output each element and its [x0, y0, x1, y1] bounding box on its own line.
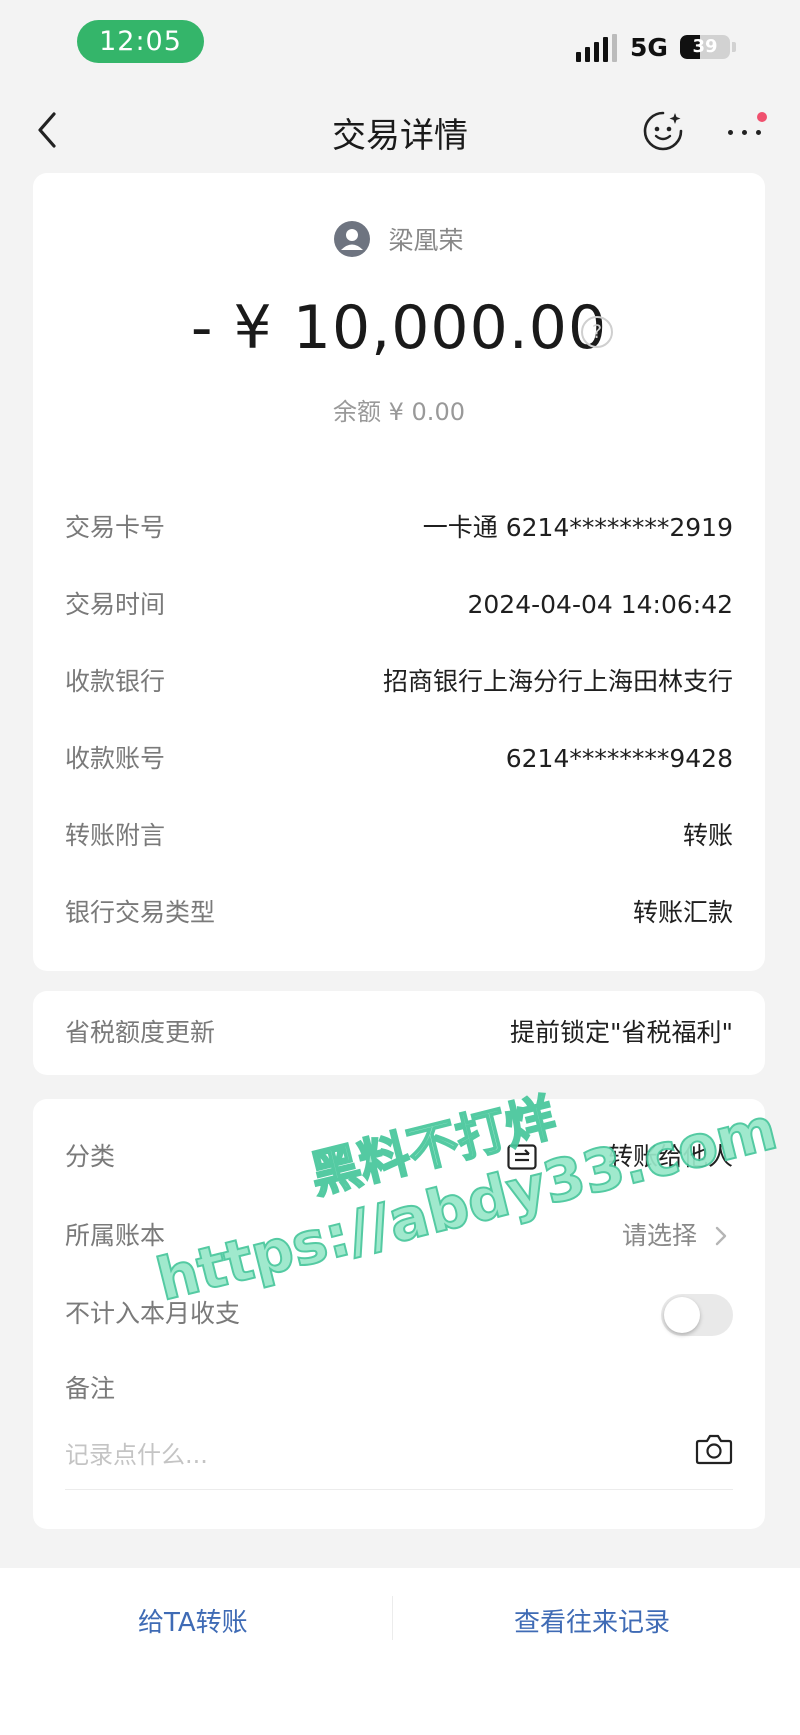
category-row[interactable]: 分类 转账给他人: [65, 1137, 733, 1177]
tax-label: 省税额度更新: [65, 1018, 216, 1047]
nav-bar: 交易详情: [0, 90, 800, 170]
detail-value: 转账汇款: [632, 898, 733, 927]
account-balance: 余额 ¥ 0.00: [333, 398, 465, 426]
category-label: 分类: [65, 1142, 116, 1171]
note-row: 备注: [65, 1369, 733, 1409]
transfer-to-payee-button[interactable]: 给TA转账: [138, 1602, 248, 1639]
payee-name: 梁凰荣: [388, 226, 464, 255]
ledger-label: 所属账本: [65, 1221, 166, 1250]
detail-label: 收款银行: [65, 667, 166, 696]
ledger-row[interactable]: 所属账本 请选择: [65, 1216, 733, 1256]
detail-label: 交易时间: [65, 590, 166, 619]
signal-icon: [576, 34, 617, 62]
detail-label: 转账附言: [65, 821, 166, 850]
detail-value: 转账: [682, 821, 733, 850]
detail-row: 收款账号 6214********9428: [65, 739, 733, 779]
detail-row: 收款银行 招商银行上海分行上海田林支行: [65, 662, 733, 702]
detail-value: 一卡通 6214********2919: [422, 513, 733, 542]
tax-row[interactable]: 省税额度更新 提前锁定"省税福利": [65, 1013, 733, 1053]
exclude-toggle[interactable]: [661, 1294, 733, 1336]
bottom-action-bar: 给TA转账 查看往来记录: [0, 1568, 800, 1735]
camera-icon[interactable]: [695, 1433, 733, 1465]
question-icon[interactable]: ?: [581, 316, 613, 348]
smile-service-icon[interactable]: [642, 110, 684, 152]
toggle-knob: [664, 1297, 700, 1333]
detail-value: 6214********9428: [505, 744, 733, 773]
detail-row: 转账附言 转账: [65, 816, 733, 856]
notification-dot: [757, 112, 767, 122]
transfer-icon: [507, 1144, 537, 1170]
exclude-label: 不计入本月收支: [65, 1299, 241, 1328]
exclude-row: 不计入本月收支: [65, 1294, 733, 1336]
detail-row: 交易卡号 一卡通 6214********2919: [65, 508, 733, 548]
avatar-icon: [334, 221, 371, 257]
detail-row: 交易时间 2024-04-04 14:06:42: [65, 585, 733, 625]
category-value: 转账给他人: [607, 1142, 733, 1171]
battery-level: 39: [692, 36, 718, 57]
more-options-icon[interactable]: [724, 112, 768, 152]
battery-tip: [732, 42, 736, 52]
detail-value: 2024-04-04 14:06:42: [467, 590, 733, 619]
note-input[interactable]: 记录点什么...: [65, 1429, 733, 1490]
detail-label: 银行交易类型: [65, 898, 216, 927]
transaction-card: 梁凰荣 - ¥ 10,000.00 ? 余额 ¥ 0.00 交易卡号 一卡通 6…: [33, 173, 765, 971]
tax-card[interactable]: 省税额度更新 提前锁定"省税福利": [33, 991, 765, 1075]
divider: [392, 1596, 393, 1640]
chevron-right-icon: [715, 1226, 727, 1246]
status-bar: 12:05 5G 39: [0, 0, 800, 90]
payee: 梁凰荣: [33, 221, 765, 257]
detail-label: 收款账号: [65, 744, 166, 773]
network-type: 5G: [630, 33, 668, 62]
transaction-amount: - ¥ 10,000.00: [190, 293, 608, 363]
ledger-value: 请选择: [621, 1221, 697, 1250]
note-placeholder: 记录点什么...: [65, 1441, 208, 1469]
view-history-button[interactable]: 查看往来记录: [514, 1602, 670, 1639]
detail-row: 银行交易类型 转账汇款: [65, 893, 733, 933]
detail-value: 招商银行上海分行上海田林支行: [382, 667, 733, 696]
detail-label: 交易卡号: [65, 513, 166, 542]
status-time: 12:05: [77, 20, 204, 63]
tax-value: 提前锁定"省税福利": [510, 1018, 733, 1047]
battery-icon: 39: [680, 35, 730, 59]
note-label: 备注: [65, 1374, 116, 1403]
bookkeeping-card: 分类 转账给他人 所属账本 请选择 不计入本月收支 备注 记录点什么...: [33, 1099, 765, 1529]
